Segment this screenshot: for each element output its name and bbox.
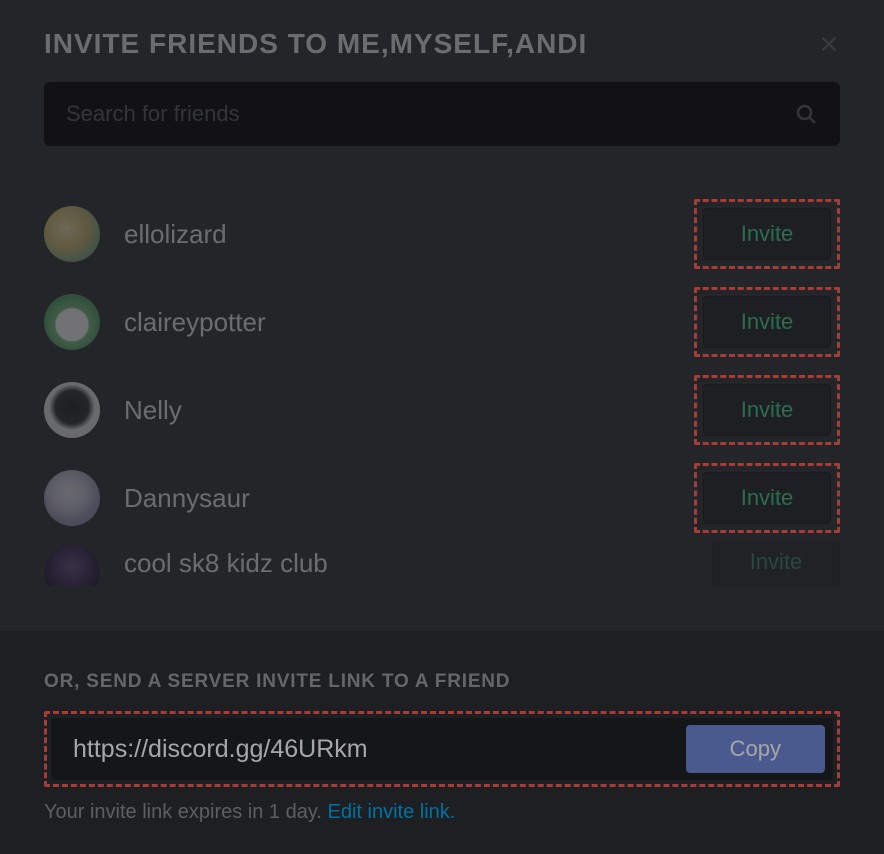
highlight-box: Invite — [694, 199, 840, 269]
footer-subtitle: OR, SEND A SERVER INVITE LINK TO A FRIEN… — [44, 671, 840, 693]
highlight-box: Invite — [694, 463, 840, 533]
avatar — [44, 544, 100, 586]
friend-row: ellolizard Invite — [44, 190, 840, 278]
friend-name: cool sk8 kidz club — [124, 548, 688, 579]
friend-name: Dannysaur — [124, 483, 670, 514]
invite-button[interactable]: Invite — [703, 384, 831, 436]
edit-invite-link[interactable]: Edit invite link. — [328, 801, 456, 823]
avatar — [44, 206, 100, 262]
title-row: INVITE FRIENDS TO ME,MYSELF,ANDI — [44, 28, 840, 60]
invite-link-text[interactable]: https://discord.gg/46URkm — [73, 735, 686, 764]
invite-button[interactable]: Invite — [703, 208, 831, 260]
invite-button[interactable]: Invite — [712, 542, 840, 586]
search-icon — [794, 102, 818, 126]
highlight-box: Invite — [694, 375, 840, 445]
highlight-box: Invite — [712, 542, 840, 586]
search-field[interactable] — [44, 82, 840, 146]
invite-modal: INVITE FRIENDS TO ME,MYSELF,ANDI elloliz… — [0, 0, 884, 854]
friend-row: Dannysaur Invite — [44, 454, 840, 542]
friend-list[interactable]: ellolizard Invite claireypotter Invite N… — [0, 190, 884, 631]
copy-button[interactable]: Copy — [686, 725, 825, 773]
modal-footer: OR, SEND A SERVER INVITE LINK TO A FRIEN… — [0, 631, 884, 854]
search-input[interactable] — [66, 101, 794, 127]
friend-name: ellolizard — [124, 219, 670, 250]
invite-button[interactable]: Invite — [703, 296, 831, 348]
friend-row: claireypotter Invite — [44, 278, 840, 366]
avatar — [44, 294, 100, 350]
friend-name: claireypotter — [124, 307, 670, 338]
highlight-box: Invite — [694, 287, 840, 357]
avatar — [44, 470, 100, 526]
friend-name: Nelly — [124, 395, 670, 426]
modal-header: INVITE FRIENDS TO ME,MYSELF,ANDI — [0, 0, 884, 146]
avatar — [44, 382, 100, 438]
friend-row: Nelly Invite — [44, 366, 840, 454]
highlight-box: https://discord.gg/46URkm Copy — [44, 711, 840, 787]
invite-button[interactable]: Invite — [703, 472, 831, 524]
expiry-text: Your invite link expires in 1 day. Edit … — [44, 801, 840, 824]
friend-row: cool sk8 kidz club Invite — [44, 542, 840, 586]
close-icon[interactable] — [818, 33, 840, 55]
expiry-prefix: Your invite link expires in 1 day. — [44, 801, 328, 823]
modal-title: INVITE FRIENDS TO ME,MYSELF,ANDI — [44, 28, 587, 60]
invite-link-row: https://discord.gg/46URkm Copy — [51, 718, 833, 780]
